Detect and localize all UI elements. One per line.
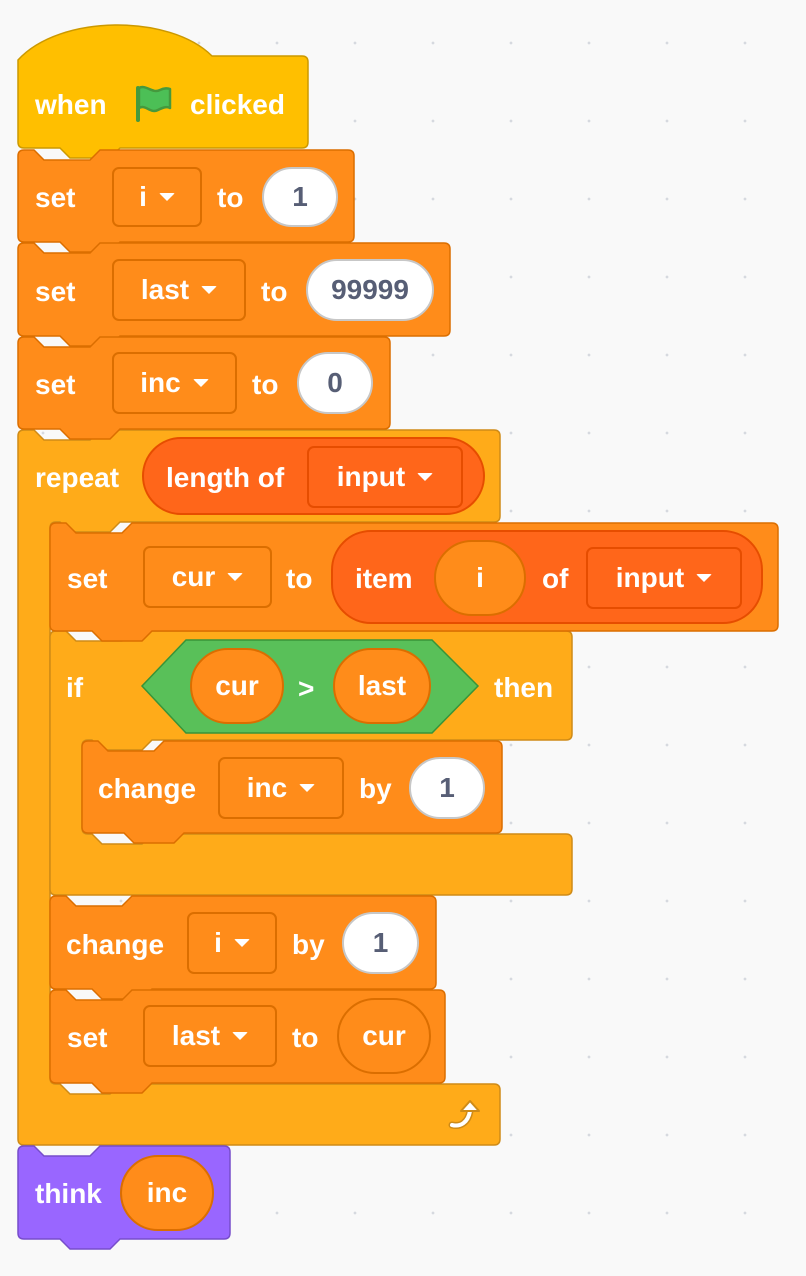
to-label: to: [217, 182, 244, 213]
clicked-label: clicked: [190, 89, 285, 120]
variable-dropdown-inc[interactable]: inc: [218, 757, 344, 819]
loop-arrow-icon: [446, 1097, 486, 1138]
list-dropdown-input[interactable]: input: [586, 547, 742, 609]
greater-than-label: >: [298, 673, 315, 704]
repeat-label: repeat: [35, 462, 120, 493]
green-flag-icon: [130, 82, 174, 131]
dropdown-caret-icon: [201, 286, 218, 294]
value-input[interactable]: 0: [297, 352, 373, 414]
think-label: think: [35, 1178, 102, 1209]
change-label: change: [98, 773, 197, 804]
cur-variable-reporter[interactable]: cur: [190, 648, 284, 724]
by-label: by: [359, 773, 392, 804]
dropdown-caret-icon: [192, 379, 209, 387]
set-label: set: [35, 182, 76, 213]
dropdown-caret-icon: [227, 573, 244, 581]
dropdown-value: inc: [246, 772, 288, 803]
inc-variable-reporter[interactable]: inc: [120, 1155, 214, 1231]
dropdown-value: inc: [140, 367, 181, 398]
dropdown-caret-icon: [233, 939, 250, 947]
last-variable-reporter[interactable]: last: [333, 648, 431, 724]
to-label: to: [261, 276, 288, 307]
set-label: set: [67, 1022, 108, 1053]
of-label: of: [542, 563, 569, 594]
value-input[interactable]: 99999: [306, 259, 434, 321]
length-of-list-reporter[interactable]: length of input: [142, 437, 485, 515]
value-input[interactable]: 1: [409, 757, 485, 819]
cur-variable-reporter[interactable]: cur: [337, 998, 431, 1074]
if-label: if: [66, 672, 84, 703]
set-label: set: [67, 563, 108, 594]
index-variable-reporter[interactable]: i: [434, 540, 526, 616]
variable-dropdown-cur[interactable]: cur: [143, 546, 272, 608]
variable-dropdown-last[interactable]: last: [143, 1005, 277, 1067]
dropdown-caret-icon: [417, 473, 434, 481]
item-of-list-reporter[interactable]: item i of input: [331, 530, 763, 624]
variable-dropdown-last[interactable]: last: [112, 259, 246, 321]
value-input[interactable]: 1: [262, 167, 338, 227]
dropdown-value: cur: [171, 561, 216, 592]
dropdown-value: last: [140, 274, 190, 305]
to-label: to: [252, 369, 279, 400]
dropdown-caret-icon: [696, 574, 713, 582]
value-input[interactable]: 1: [342, 912, 419, 974]
dropdown-value: input: [336, 461, 406, 492]
to-label: to: [292, 1022, 319, 1053]
dropdown-caret-icon: [299, 784, 316, 792]
dropdown-value: i: [139, 181, 147, 212]
dropdown-caret-icon: [232, 1032, 249, 1040]
variable-dropdown-inc[interactable]: inc: [112, 352, 237, 414]
dropdown-value: last: [171, 1020, 221, 1051]
then-label: then: [494, 672, 554, 703]
when-label: when: [35, 89, 107, 120]
dropdown-value: input: [615, 562, 685, 593]
item-label: item: [355, 563, 413, 594]
by-label: by: [292, 929, 325, 960]
set-label: set: [35, 369, 76, 400]
list-dropdown-input[interactable]: input: [307, 446, 463, 508]
variable-dropdown-i[interactable]: i: [112, 167, 202, 227]
set-label: set: [35, 276, 76, 307]
length-of-label: length of: [166, 462, 285, 493]
dropdown-caret-icon: [158, 193, 175, 201]
change-label: change: [66, 929, 165, 960]
dropdown-value: i: [214, 927, 222, 958]
to-label: to: [286, 563, 313, 594]
variable-dropdown-i[interactable]: i: [187, 912, 277, 974]
code-area: when clicked set i to 1 set last to 9999…: [0, 0, 806, 1276]
